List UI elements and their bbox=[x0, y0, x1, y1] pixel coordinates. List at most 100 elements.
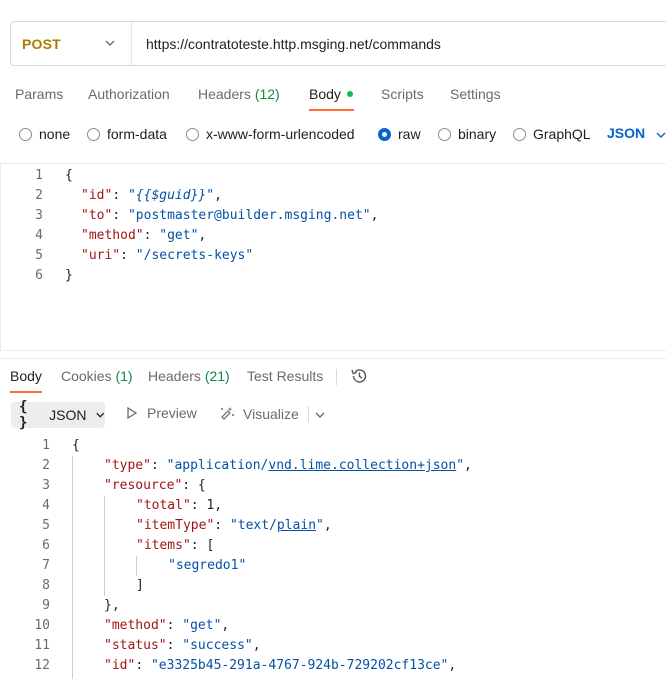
indent-guide bbox=[104, 496, 105, 596]
json-string: "/secrets-keys" bbox=[135, 248, 254, 263]
code-line: } bbox=[65, 266, 73, 286]
code-line: ] bbox=[136, 576, 144, 596]
radio-icon bbox=[438, 127, 451, 141]
json-string-link[interactable]: vnd.lime.collection+json bbox=[268, 458, 456, 473]
code-line: "itemType": "text/plain", bbox=[136, 518, 332, 533]
comma: , bbox=[214, 498, 223, 513]
method-select[interactable]: POST bbox=[11, 22, 132, 65]
line-number: 11 bbox=[34, 638, 50, 653]
brace: { bbox=[65, 168, 73, 183]
response-body-viewer[interactable]: 1 { 2 "type": "application/vnd.lime.coll… bbox=[0, 436, 666, 679]
chevron-down-icon[interactable] bbox=[655, 129, 666, 141]
raw-language-label: JSON bbox=[607, 125, 646, 141]
line-number: 4 bbox=[35, 228, 43, 243]
chevron-down-icon[interactable] bbox=[313, 408, 327, 422]
json-key: "resource" bbox=[104, 478, 183, 493]
json-key: "uri" bbox=[81, 248, 121, 263]
code-line: "segredo1" bbox=[168, 556, 246, 576]
code-line: "id": "{{$guid}}", bbox=[81, 188, 222, 203]
json-string: "application/ bbox=[166, 458, 269, 473]
json-string: "text/ bbox=[229, 518, 277, 533]
json-key: "method" bbox=[81, 228, 144, 243]
code-line: "items": [ bbox=[136, 536, 214, 556]
method-label: POST bbox=[22, 35, 61, 52]
radio-none[interactable]: none bbox=[19, 126, 70, 142]
json-string: "segredo1" bbox=[168, 558, 247, 573]
json-key: "status" bbox=[104, 638, 167, 653]
response-format-select[interactable]: { } JSON bbox=[11, 399, 105, 431]
line-number: 2 bbox=[35, 188, 43, 203]
json-key: "itemType" bbox=[136, 518, 215, 533]
braces-icon: { } bbox=[19, 399, 28, 431]
tab-response-body[interactable]: Body bbox=[10, 368, 42, 384]
tab-label: Authorization bbox=[88, 86, 170, 102]
response-tabs: Body Cookies (1) Headers (21) Test Resul… bbox=[0, 364, 666, 393]
comma: , bbox=[221, 618, 230, 633]
tab-settings[interactable]: Settings bbox=[450, 86, 501, 102]
play-icon bbox=[127, 406, 138, 420]
raw-language-select[interactable]: JSON bbox=[607, 125, 645, 141]
code-line: "type": "application/vnd.lime.collection… bbox=[104, 458, 472, 473]
tab-body[interactable]: Body bbox=[309, 86, 353, 102]
visualize-icon bbox=[221, 407, 234, 420]
tab-cookies[interactable]: Cookies (1) bbox=[61, 368, 133, 384]
json-string-link[interactable]: plain bbox=[277, 518, 316, 533]
tab-count: (12) bbox=[254, 86, 280, 102]
brace: } bbox=[65, 268, 73, 283]
json-string: "{{$guid}}" bbox=[127, 188, 215, 203]
code-line: "id": "e3325b45-291a-4767-924b-729202cf1… bbox=[104, 658, 457, 673]
tab-label: Headers bbox=[198, 86, 251, 102]
tab-params[interactable]: Params bbox=[15, 86, 63, 102]
panel-divider bbox=[0, 358, 666, 359]
radio-x-www-form-urlencoded[interactable]: x-www-form-urlencoded bbox=[186, 126, 355, 142]
tab-headers[interactable]: Headers (12) bbox=[198, 86, 280, 102]
json-key: "method" bbox=[104, 618, 167, 633]
url-input[interactable]: https://contratoteste.http.msging.net/co… bbox=[132, 36, 441, 52]
json-string: "get" bbox=[182, 618, 222, 633]
radio-raw[interactable]: raw bbox=[378, 126, 421, 142]
line-number: 1 bbox=[35, 168, 43, 183]
preview-label: Preview bbox=[147, 405, 197, 421]
tab-response-headers[interactable]: Headers (21) bbox=[148, 368, 230, 384]
visualize-button[interactable]: Visualize bbox=[218, 405, 299, 423]
json-key: "id" bbox=[104, 658, 136, 673]
chevron-down-icon bbox=[105, 40, 115, 46]
request-tabs: Params Authorization Headers (12) Body S… bbox=[0, 80, 666, 111]
radio-form-data[interactable]: form-data bbox=[87, 126, 167, 142]
active-tab-indicator bbox=[309, 109, 354, 111]
response-toolbar: { } JSON Preview Visualize bbox=[0, 399, 666, 431]
code-line: "total": 1, bbox=[136, 498, 223, 513]
json-key: "items" bbox=[136, 538, 191, 553]
json-string: " bbox=[316, 518, 324, 533]
line-number: 5 bbox=[42, 518, 50, 533]
json-string: "e3325b45-291a-4767-924b-729202cf13ce" bbox=[150, 658, 449, 673]
preview-button[interactable]: Preview bbox=[125, 405, 197, 421]
tab-count: (21) bbox=[204, 368, 230, 384]
comma: , bbox=[448, 658, 457, 673]
indent-guide bbox=[72, 456, 73, 679]
brace: { bbox=[72, 438, 80, 453]
radio-binary[interactable]: binary bbox=[438, 126, 496, 142]
history-icon[interactable] bbox=[349, 366, 369, 386]
comma: , bbox=[464, 458, 472, 473]
json-key: "id" bbox=[81, 188, 113, 203]
punctuation: : { bbox=[182, 478, 206, 493]
tab-test-results[interactable]: Test Results bbox=[247, 368, 323, 384]
bracket: ] bbox=[136, 578, 144, 593]
radio-graphql[interactable]: GraphQL bbox=[513, 126, 591, 142]
indent-guide bbox=[136, 556, 137, 576]
code-line: "method": "get", bbox=[104, 618, 230, 633]
tab-authorization[interactable]: Authorization bbox=[88, 86, 170, 102]
line-number: 4 bbox=[42, 498, 50, 513]
radio-label: form-data bbox=[107, 126, 167, 142]
code-line: { bbox=[72, 436, 80, 456]
radio-label: GraphQL bbox=[533, 126, 591, 142]
request-body-editor[interactable]: 1 { 2 "id": "{{$guid}}", 3 "to": "postma… bbox=[0, 163, 666, 351]
tab-scripts[interactable]: Scripts bbox=[381, 86, 424, 102]
code-line: "to": "postmaster@builder.msging.net", bbox=[81, 208, 379, 223]
radio-icon bbox=[513, 127, 526, 141]
line-number: 10 bbox=[34, 618, 50, 633]
json-key: "total" bbox=[136, 498, 191, 513]
request-url-bar: POST https://contratoteste.http.msging.n… bbox=[10, 21, 666, 66]
json-string: "get" bbox=[159, 228, 199, 243]
